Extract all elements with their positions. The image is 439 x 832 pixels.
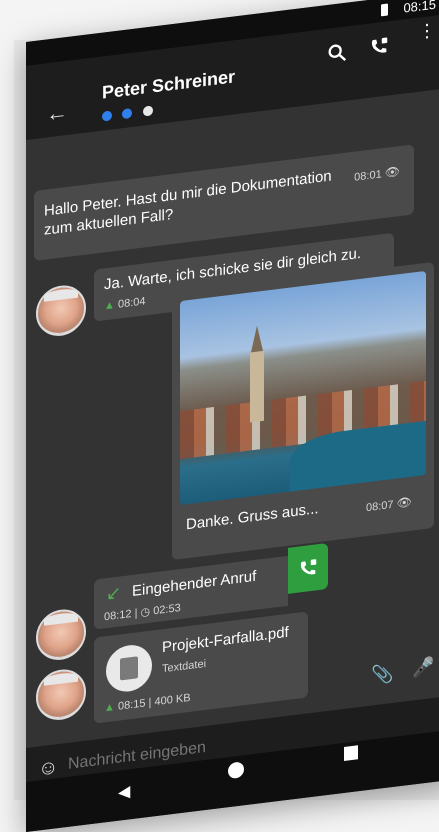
file-message-bubble[interactable]: Projekt-Farfalla.pdf Textdatei ▲ 08:15 |… [94, 611, 308, 724]
call-label: Eingehender Anruf [132, 567, 257, 600]
phone-screen: 08:15 ← Peter Schreiner ⋮ Hallo Peter. H… [26, 0, 439, 832]
back-arrow-icon[interactable]: ← [46, 99, 68, 128]
nav-back-icon[interactable]: ◀ [118, 781, 130, 803]
file-name: Projekt-Farfalla.pdf [162, 623, 289, 657]
seen-eye-icon: 👁 [396, 494, 412, 511]
nav-home-icon[interactable] [228, 761, 244, 780]
message-time: 08:01 [354, 168, 382, 184]
status-time: 08:15 [403, 0, 436, 16]
nav-recents-icon[interactable] [344, 745, 358, 761]
message-meta: ▲ 08:04 [104, 295, 145, 312]
file-type: Textdatei [162, 657, 207, 676]
contact-name[interactable]: Peter Schreiner [102, 66, 235, 103]
microphone-icon[interactable]: 🎤 [412, 656, 434, 680]
message-time: 08:15 [117, 697, 146, 713]
thumbs-up-icon: ▲ [104, 299, 115, 313]
timer-icon: ◷ [140, 605, 151, 619]
presence-dot [122, 107, 133, 120]
message-time: 08:12 [104, 608, 132, 624]
secure-call-icon[interactable] [368, 34, 390, 59]
call-meta: 08:12 | ◷ 02:53 [104, 602, 181, 624]
presence-dot [142, 105, 153, 117]
presence-dot [102, 110, 112, 122]
more-options-icon[interactable]: ⋮ [418, 20, 436, 42]
call-back-button[interactable] [288, 542, 328, 594]
battery-icon [381, 3, 388, 17]
avatar[interactable] [36, 666, 86, 723]
incoming-arrow-icon: ↙ [106, 582, 122, 605]
message-time: 08:04 [117, 295, 146, 311]
message-meta: 08:01 👁 [354, 164, 400, 184]
secure-call-icon [300, 559, 317, 575]
avatar[interactable] [36, 282, 86, 339]
message-text: Hallo Peter. Hast du mir die Dokumentati… [44, 167, 332, 239]
file-meta: ▲ 08:15 | 400 KB [104, 691, 191, 715]
file-size: 400 KB [154, 691, 191, 709]
paperclip-icon[interactable]: 📎 [371, 663, 393, 687]
city-photo[interactable] [180, 270, 426, 506]
presence-indicator [102, 102, 159, 127]
thumbs-up-icon: ▲ [104, 701, 115, 715]
avatar[interactable] [36, 606, 86, 663]
seen-eye-icon: 👁 [384, 164, 400, 180]
call-duration: 02:53 [153, 602, 181, 618]
search-icon[interactable] [326, 40, 348, 65]
document-icon [106, 642, 152, 695]
